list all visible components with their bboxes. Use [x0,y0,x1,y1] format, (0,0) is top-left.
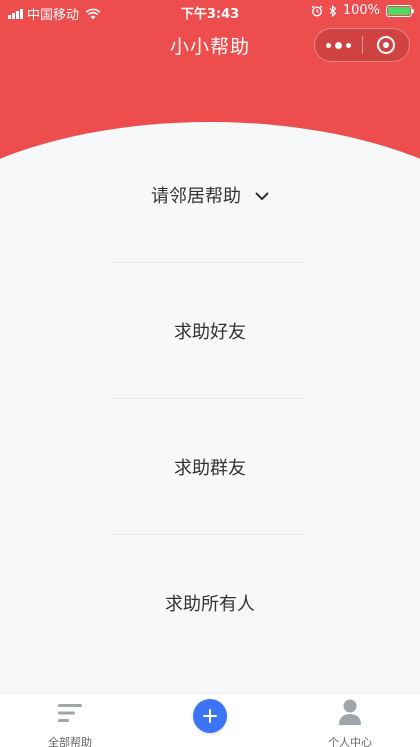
battery-percent: 100% [342,3,380,18]
option-ask-friends[interactable]: 求助好友 [112,263,308,399]
option-label: 请邻居帮助 [151,186,241,207]
option-label: 求助群友 [174,457,246,479]
chevron-down-icon [255,192,269,200]
miniprogram-capsule [314,28,410,62]
tab-label: 全部帮助 [48,736,92,747]
status-bar: 中国移动 下午3:43 100% [0,0,420,24]
option-ask-group[interactable]: 求助群友 [112,399,308,535]
tab-label: 个人中心 [328,736,372,747]
plus-icon [203,709,217,723]
app-page: 中国移动 下午3:43 100% 小小帮助 请邻居帮助 求助好友 求助群友 求助… [0,0,420,747]
bluetooth-icon [329,4,337,17]
option-ask-neighbors[interactable]: 请邻居帮助 [112,128,308,263]
option-label: 求助所有人 [165,594,255,615]
list-icon [58,704,82,722]
close-icon [376,36,395,54]
person-icon [339,699,361,725]
battery-icon [386,4,414,17]
option-label: 求助好友 [174,321,246,343]
add-help-button[interactable] [193,699,227,733]
alarm-icon [311,5,323,17]
close-button[interactable] [363,29,409,61]
more-button[interactable] [315,29,362,61]
help-options: 请邻居帮助 求助好友 求助群友 求助所有人 [112,128,308,671]
option-ask-everyone[interactable]: 求助所有人 [112,535,308,671]
status-right: 100% [311,3,414,18]
